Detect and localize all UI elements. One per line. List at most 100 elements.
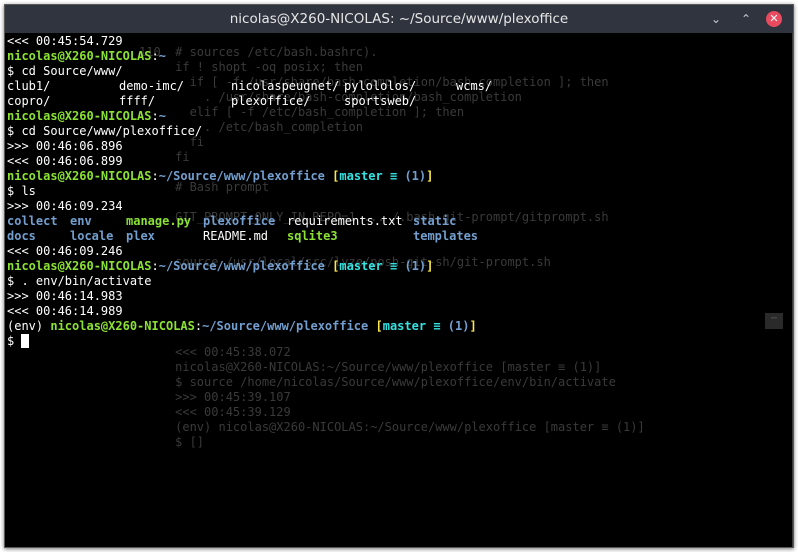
command-line: $ . env/bin/activate [7, 274, 793, 289]
prompt-colon: : [151, 169, 159, 183]
ghost-line: $ [] [139, 435, 205, 449]
user-host: nicolas@X260-NICOLAS [7, 169, 152, 183]
prompt-path: ~/Source/www/plexoffice [158, 169, 325, 183]
dir-entry: ffff/ [119, 94, 156, 108]
dir-entry: demo-imc/ [119, 79, 185, 93]
minimize-button[interactable]: ⌄ [708, 11, 724, 27]
prompt-line: nicolas@X260-NICOLAS:~/Source/www/plexof… [7, 169, 793, 184]
prompt-colon: : [151, 109, 159, 123]
dir-listing-row: copro/ ffff/ plexoffice/ sportsweb/ [7, 94, 793, 109]
ls-entry-exec: manage.py [126, 214, 192, 228]
dir-listing-row: club1/ demo-imc/ nicolaspeugnet/ pylolol… [7, 79, 793, 94]
ls-entry-dir: collect [7, 214, 58, 228]
git-branch: master [382, 319, 427, 333]
timestamp: >>> 00:46:06.896 [7, 139, 123, 153]
ls-entry-exec: sqlite3 [287, 229, 338, 243]
scroll-indicator[interactable]: ⋯ [765, 313, 783, 329]
dir-entry: pylololos/ [344, 79, 417, 93]
dir-entry: sportsweb/ [344, 94, 417, 108]
prompt-colon: : [151, 49, 159, 63]
prompt-line: nicolas@X260-NICOLAS:~ [7, 109, 793, 124]
ghost-line: (env) nicolas@X260-NICOLAS:~/Source/www/… [139, 420, 645, 434]
command-text: $ . env/bin/activate [7, 274, 152, 288]
ls-entry-dir: templates [413, 229, 479, 243]
timestamp: >>> 00:46:09.234 [7, 199, 123, 213]
git-stash-count: (1) [404, 259, 427, 273]
prompt-path: ~ [158, 109, 166, 123]
timestamp-line: >>> 00:46:09.234 [7, 199, 793, 214]
command-text: $ ls [7, 184, 36, 198]
timestamp: >>> 00:46:14.983 [7, 289, 123, 303]
prompt-path: ~ [158, 49, 166, 63]
ls-entry-dir: docs [7, 229, 36, 243]
ghost-line: <<< 00:45:39.129 [139, 405, 291, 419]
timestamp: <<< 00:46:06.899 [7, 154, 123, 168]
text-cursor[interactable] [21, 334, 30, 348]
prompt-line: nicolas@X260-NICOLAS:~ [7, 49, 793, 64]
title-bar[interactable]: nicolas@X260-NICOLAS: ~/Source/www/plexo… [5, 5, 793, 33]
prompt-symbol: $ [7, 334, 22, 348]
prompt-line: nicolas@X260-NICOLAS:~/Source/www/plexof… [7, 259, 793, 274]
command-text: $ cd Source/www/plexoffice/ [7, 124, 203, 138]
terminal-right-edge [792, 33, 793, 547]
command-line: $ ls [7, 184, 793, 199]
dir-entry: plexoffice/ [231, 94, 311, 108]
prompt-path: ~/Source/www/plexoffice [202, 319, 369, 333]
prompt-path: ~/Source/www/plexoffice [158, 259, 325, 273]
timestamp-line: <<< 00:45:54.729 [7, 34, 793, 49]
ls-output-row: docs locale plex README.md sqlite3 templ… [7, 229, 793, 244]
ghost-line: $ source /home/nicolas/Source/www/plexof… [139, 375, 616, 389]
ls-entry-file: requirements.txt [287, 214, 403, 228]
prompt-colon: : [151, 259, 159, 273]
ls-entry-dir: static [413, 214, 457, 228]
user-host: nicolas@X260-NICOLAS [7, 49, 152, 63]
terminal-window: nicolas@X260-NICOLAS: ~/Source/www/plexo… [4, 4, 794, 548]
ls-output-row: collect env manage.py plexoffice require… [7, 214, 793, 229]
ls-entry-dir: env [70, 214, 92, 228]
command-line: $ cd Source/www/ [7, 64, 793, 79]
timestamp-line: >>> 00:46:14.983 [7, 289, 793, 304]
user-host: nicolas@X260-NICOLAS [50, 319, 195, 333]
user-host: nicolas@X260-NICOLAS [7, 259, 152, 273]
window-title: nicolas@X260-NICOLAS: ~/Source/www/plexo… [229, 11, 569, 27]
ghost-line: nicolas@X260-NICOLAS:~/Source/www/plexof… [139, 360, 602, 374]
git-stash-count: (1) [447, 319, 470, 333]
input-line[interactable]: $ [7, 334, 793, 349]
timestamp: <<< 00:45:54.729 [7, 34, 123, 48]
venv-indicator: (env) [7, 319, 51, 333]
git-bracket-close: ] [469, 319, 477, 333]
terminal-area[interactable]: 110 # sources /etc/bash.bashrc). if ! sh… [5, 33, 793, 547]
git-stash-count: (1) [404, 169, 427, 183]
dir-entry: wcms/ [456, 79, 493, 93]
git-bracket-close: ] [426, 259, 434, 273]
git-bracket-open: [ [375, 319, 383, 333]
timestamp: <<< 00:46:14.989 [7, 304, 123, 318]
dir-entry: copro/ [7, 94, 51, 108]
maximize-button[interactable]: ⌃ [738, 11, 754, 27]
prompt-line: (env) nicolas@X260-NICOLAS:~/Source/www/… [7, 319, 793, 334]
git-branch: master [339, 169, 383, 183]
dir-entry: club1/ [7, 79, 51, 93]
ls-entry-dir: plex [126, 229, 155, 243]
ls-entry-dir: plexoffice [203, 214, 276, 228]
ls-entry-dir: locale [70, 229, 114, 243]
ghost-line: >>> 00:45:39.107 [139, 390, 291, 404]
timestamp-line: <<< 00:46:09.246 [7, 244, 793, 259]
timestamp-line: >>> 00:46:06.896 [7, 139, 793, 154]
timestamp: <<< 00:46:09.246 [7, 244, 123, 258]
close-button[interactable]: ✕ [766, 11, 782, 27]
git-bracket-close: ] [426, 169, 434, 183]
command-line: $ cd Source/www/plexoffice/ [7, 124, 793, 139]
git-branch: master [339, 259, 383, 273]
ls-entry-file: README.md [203, 229, 269, 243]
dir-entry: nicolaspeugnet/ [231, 79, 340, 93]
user-host: nicolas@X260-NICOLAS [7, 109, 152, 123]
terminal-output: <<< 00:45:54.729 nicolas@X260-NICOLAS:~ … [7, 34, 793, 349]
prompt-colon: : [194, 319, 203, 333]
timestamp-line: <<< 00:46:14.989 [7, 304, 793, 319]
timestamp-line: <<< 00:46:06.899 [7, 154, 793, 169]
